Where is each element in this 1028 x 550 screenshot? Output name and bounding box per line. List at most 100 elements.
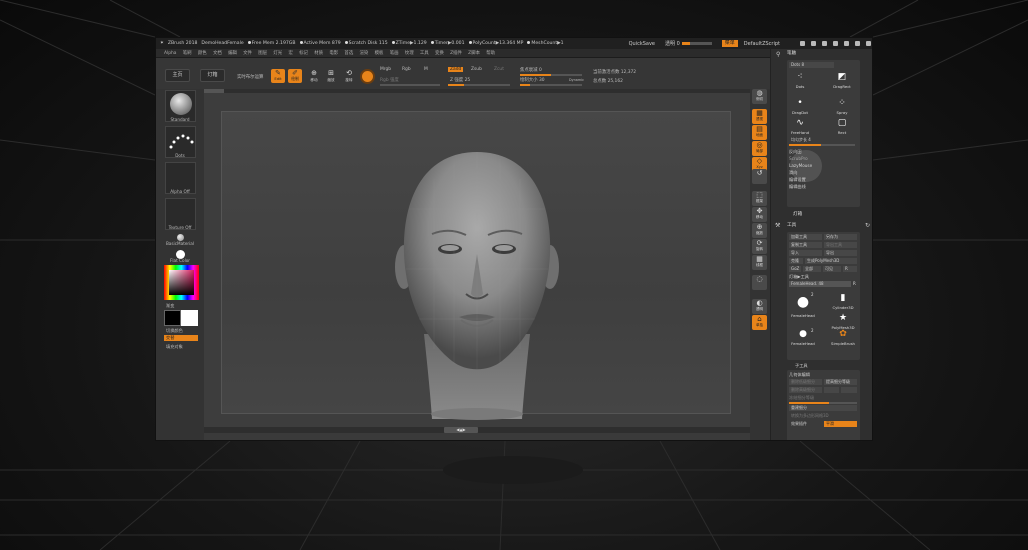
view-button-6[interactable]: ⬚ 框架: [752, 191, 767, 206]
color-picker[interactable]: [164, 265, 199, 300]
default-script-button[interactable]: DefaultZScript: [744, 41, 780, 47]
fill-object-button[interactable]: 填充对象: [156, 344, 204, 350]
material-sphere-icon[interactable]: [360, 69, 375, 84]
main-color-swatch[interactable]: [181, 310, 198, 326]
current-tool-slider[interactable]: FemaleHead. 48: [789, 281, 851, 287]
geometry-section[interactable]: 几何体编辑: [789, 371, 810, 378]
tool-cylinder3d[interactable]: ▮ Cylinder3D: [829, 291, 857, 310]
refresh-icon[interactable]: ↻: [865, 222, 870, 229]
female-head-model[interactable]: [204, 89, 750, 433]
menu-item[interactable]: 灯光: [273, 50, 282, 56]
view-button-12[interactable]: ◐ 透明: [752, 299, 767, 314]
live-boolean-button[interactable]: 实时布尔运算: [237, 74, 263, 80]
all-button[interactable]: 全部: [803, 266, 821, 272]
alternate-button[interactable]: 交替: [164, 335, 198, 341]
zadd-button[interactable]: Zadd: [448, 67, 464, 72]
menu-item[interactable]: 材质: [314, 50, 323, 56]
ui-layout-icon[interactable]: [811, 41, 816, 46]
stroke-type-freehand[interactable]: ∿ FreeHand: [791, 116, 809, 135]
visible-button[interactable]: 可见: [823, 266, 841, 272]
menu-item[interactable]: 变换: [435, 50, 444, 56]
rgb-intensity-slider[interactable]: [380, 84, 440, 86]
copy-tool-button[interactable]: 复制工具: [789, 242, 822, 248]
stroke-type-dragrect[interactable]: ◩ DragRect: [833, 70, 851, 89]
switch-color-button[interactable]: 切换颜色: [156, 328, 204, 334]
maximize-icon[interactable]: [855, 41, 860, 46]
stroke-type-dragdot[interactable]: • DragDot: [791, 96, 809, 115]
view-button-10[interactable]: ▦ 线框: [752, 255, 767, 270]
effect-plugin-button[interactable]: 效果插件: [789, 421, 822, 427]
r-button[interactable]: R: [843, 266, 857, 272]
menu-item[interactable]: 宏: [288, 50, 292, 56]
zcut-button[interactable]: Zcut: [494, 67, 504, 72]
menu-item[interactable]: Z脚本: [468, 50, 480, 56]
close-icon[interactable]: [866, 41, 871, 46]
menu-item[interactable]: 工具: [420, 50, 429, 56]
dynamic-button[interactable]: Dynamic: [569, 78, 584, 82]
lightbox-section[interactable]: 灯箱: [771, 211, 872, 219]
clone-button[interactable]: 克隆: [789, 258, 803, 264]
save-icon[interactable]: [833, 41, 838, 46]
focal-shift-slider[interactable]: [520, 74, 582, 76]
divide-button[interactable]: 提高细分等级: [824, 379, 857, 385]
tool-pin-icon[interactable]: ⚒: [775, 222, 780, 229]
smooth-toggle[interactable]: [824, 387, 839, 393]
menu-item[interactable]: 颜色: [198, 50, 207, 56]
menu-item[interactable]: 文档: [213, 50, 222, 56]
tray-pin-icon[interactable]: ⚲: [776, 51, 780, 58]
move-button[interactable]: ⊕ 移动: [307, 68, 321, 84]
view-button-8[interactable]: ⊕ 缩放: [752, 223, 767, 238]
menu-item[interactable]: 渲染: [360, 50, 369, 56]
export-tool-button[interactable]: 导出工具: [824, 242, 857, 248]
menu-item[interactable]: 标记: [299, 50, 308, 56]
zsub-button[interactable]: Zsub: [471, 67, 482, 72]
reconstruct-subdiv-button[interactable]: 重建细分: [789, 405, 857, 411]
draw-size-slider[interactable]: [520, 84, 582, 86]
import-button[interactable]: 导入: [789, 250, 822, 256]
tool-simplebrush[interactable]: ✿ SimpleBrush: [829, 327, 857, 346]
quicksave-button[interactable]: QuickSave: [629, 41, 655, 47]
menu-item[interactable]: 编辑: [228, 50, 237, 56]
menu-item[interactable]: Z插件: [450, 50, 462, 56]
menu-item[interactable]: Alpha: [164, 51, 176, 56]
menu-button[interactable]: 菜单: [721, 40, 738, 47]
mrgb-button[interactable]: Mrgb: [380, 67, 391, 72]
save-as-button[interactable]: 另存为: [824, 234, 857, 240]
menu-item[interactable]: 笔刷: [183, 50, 192, 56]
secondary-color-swatch[interactable]: [164, 310, 181, 326]
menu-item[interactable]: 电影: [329, 50, 338, 56]
dots-slider[interactable]: Dots 8: [789, 62, 834, 68]
menu-item[interactable]: 首选: [344, 50, 353, 56]
view-button-3[interactable]: ◎ 局部: [752, 141, 767, 156]
color-square[interactable]: [169, 270, 194, 295]
lazy-step-slider[interactable]: 均匀步长 4: [789, 137, 855, 143]
rgb-button[interactable]: Rgb: [402, 67, 411, 72]
subtool-section[interactable]: 子工具: [795, 362, 808, 369]
menu-item[interactable]: 笔画: [390, 50, 399, 56]
view-button-0[interactable]: ◍ 侧切: [752, 89, 767, 104]
home-button[interactable]: 主页: [165, 69, 190, 82]
tool-r-icon[interactable]: R: [853, 281, 857, 287]
view-button-11[interactable]: ◌: [752, 275, 767, 290]
smooth-button[interactable]: 平滑: [824, 421, 857, 427]
draw-button[interactable]: ✐ 绘制: [288, 69, 302, 83]
view-button-7[interactable]: ✥ 移动: [752, 207, 767, 222]
goz-button[interactable]: GoZ: [789, 266, 801, 272]
view-button-2[interactable]: ▤ 地面: [752, 125, 767, 140]
stroke-type-spray[interactable]: ⁘ Spray: [833, 96, 851, 115]
stroke-type-dots[interactable]: ⁖ Dots: [791, 70, 809, 89]
help-icon[interactable]: [800, 41, 805, 46]
minimize-icon[interactable]: [844, 41, 849, 46]
view-button-13[interactable]: ⌂ 单独: [752, 315, 767, 330]
freeze-subdivision-button[interactable]: 冻结细分等级: [789, 394, 814, 401]
edit-button[interactable]: ✎ Edit: [271, 69, 285, 83]
tray-toggle-handle[interactable]: ◀▲▶: [444, 427, 478, 433]
m-button[interactable]: M: [424, 67, 428, 72]
stroke-type-rect[interactable]: ▢ Rect: [833, 116, 851, 135]
rotate-button[interactable]: ⟲ 旋转: [342, 68, 356, 84]
delete-higher-button[interactable]: 删除高级细分: [789, 387, 822, 393]
lightbox-button[interactable]: 灯箱: [200, 69, 225, 82]
menu-item[interactable]: 纹理: [405, 50, 414, 56]
lazy-step-track[interactable]: [789, 144, 855, 146]
menu-item[interactable]: 模板: [375, 50, 384, 56]
